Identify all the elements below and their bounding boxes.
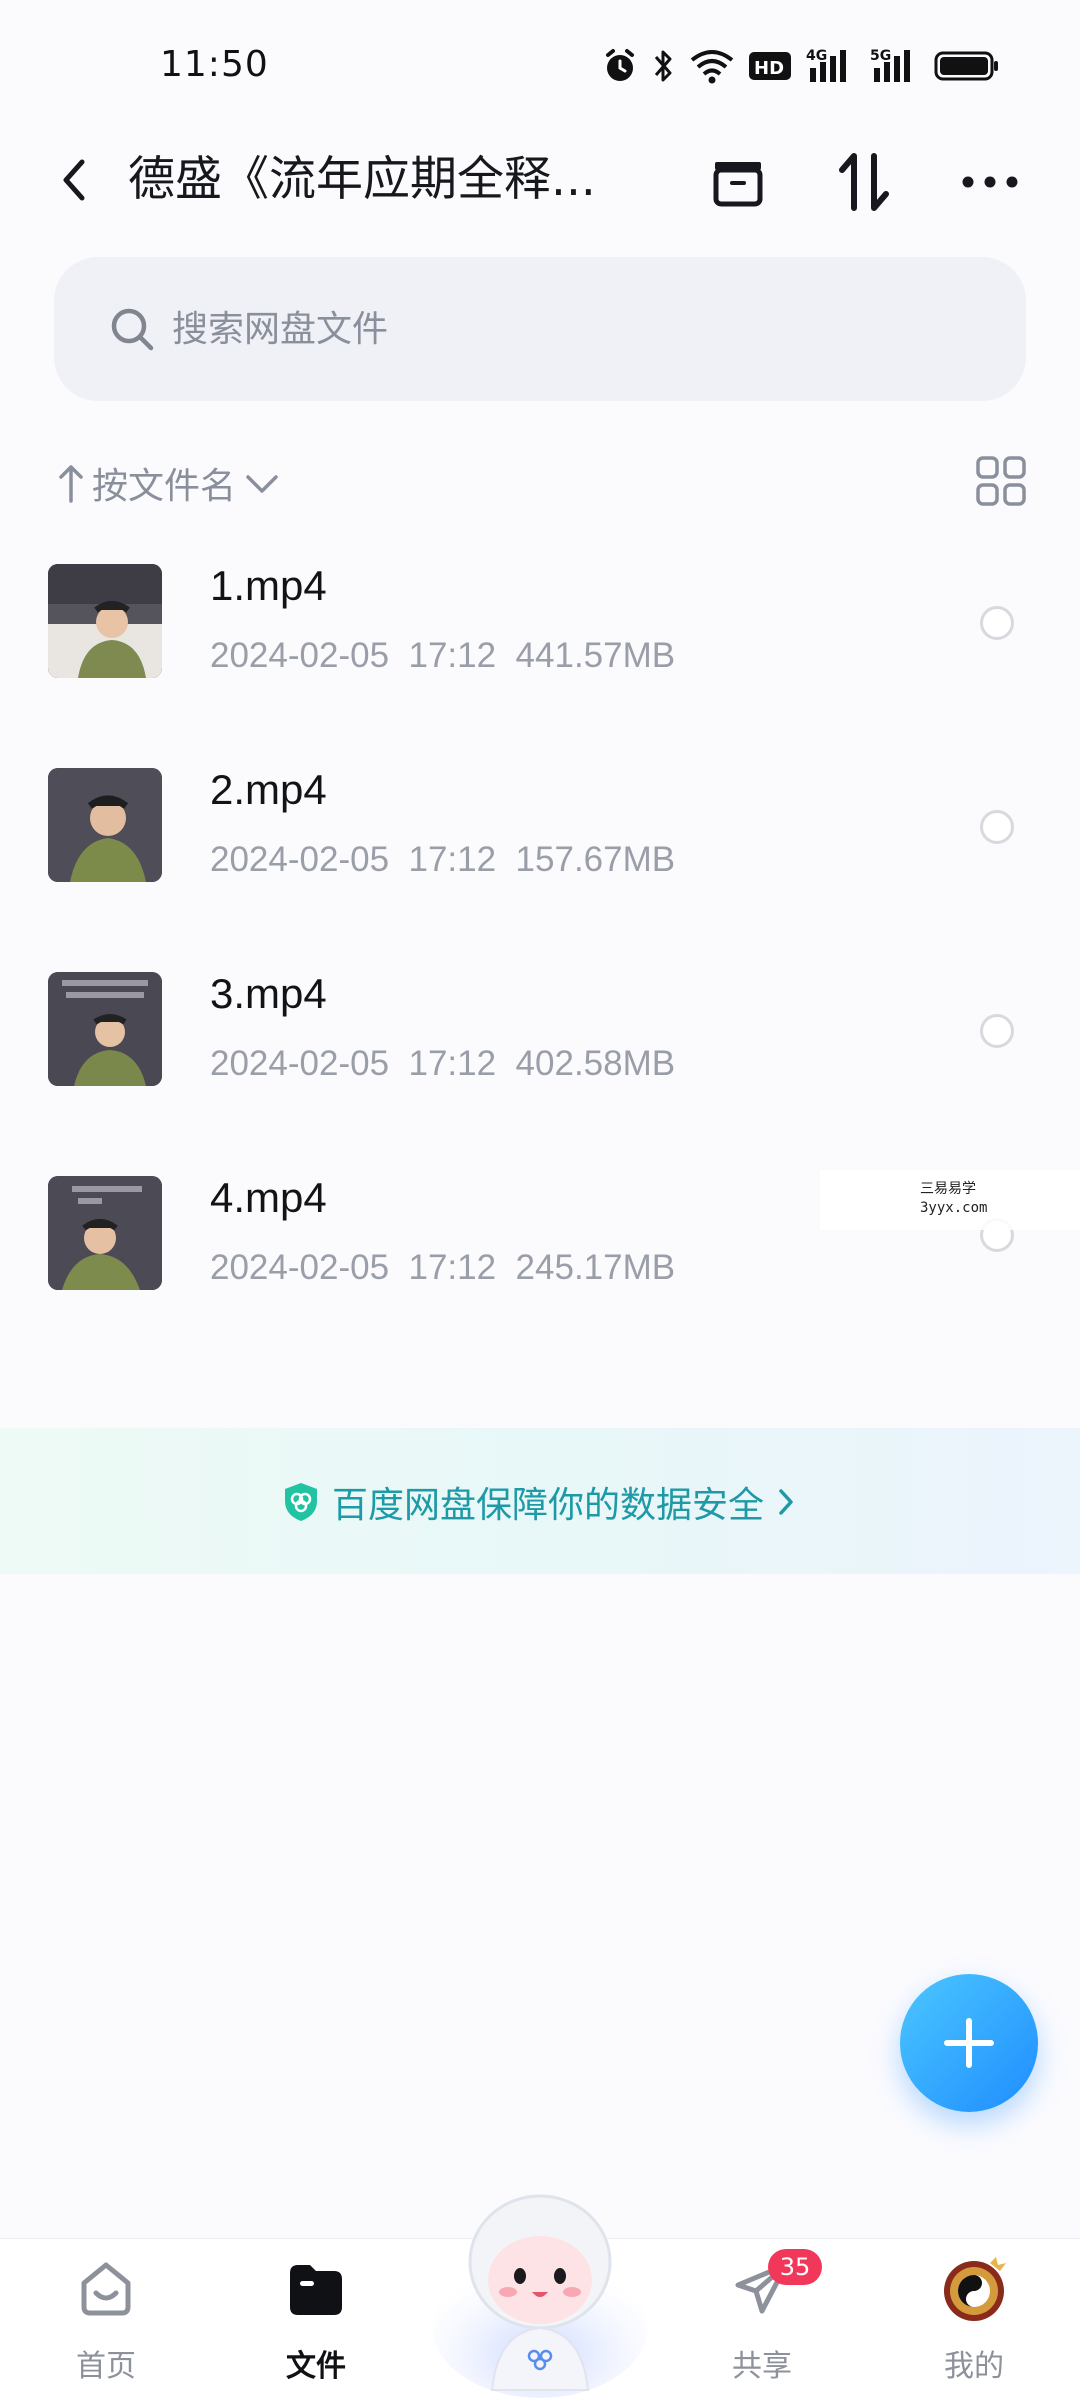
chevron-down-icon <box>246 475 278 493</box>
archive-button[interactable] <box>706 150 770 214</box>
file-meta: 2024-02-05 17:12 441.57MB <box>210 636 675 676</box>
status-time: 11:50 <box>160 44 269 85</box>
top-app-bar: 德盛《流年应期全释... <box>0 130 1080 230</box>
select-radio[interactable] <box>980 1014 1014 1048</box>
more-icon <box>962 176 1018 188</box>
watermark-line1: 三易易学 <box>920 1181 976 1197</box>
status-icons: HD 4G 5G <box>602 46 1000 86</box>
wifi-icon <box>690 46 734 86</box>
add-button[interactable] <box>900 1974 1038 2112</box>
page-title: 德盛《流年应期全释... <box>128 152 596 207</box>
security-text: 百度网盘保障你的数据安全 <box>332 1485 765 1526</box>
nav-files-label: 文件 <box>286 2349 346 2384</box>
nav-share-label: 共享 <box>732 2349 792 2384</box>
sort-up-arrow-icon <box>59 465 83 503</box>
file-date: 2024-02-05 <box>210 1248 390 1287</box>
nav-home[interactable]: 首页 <box>36 2255 176 2395</box>
mascot-button[interactable] <box>428 2176 652 2400</box>
video-thumbnail <box>48 768 162 882</box>
file-list: 1.mp4 2024-02-05 17:12 441.57MB 2.mp4 20… <box>0 560 1080 1376</box>
file-size: 441.57MB <box>515 636 676 675</box>
file-row[interactable]: 2.mp4 2024-02-05 17:12 157.67MB <box>0 764 1080 968</box>
nav-home-label: 首页 <box>76 2349 136 2384</box>
chevron-right-icon <box>779 1489 793 1515</box>
search-bar[interactable] <box>54 257 1026 401</box>
file-name: 2.mp4 <box>210 766 327 813</box>
shield-icon <box>285 1483 317 1521</box>
home-icon <box>72 2255 140 2323</box>
video-thumbnail <box>48 564 162 678</box>
file-name: 4.mp4 <box>210 1174 327 1221</box>
signal-5g-icon: 5G <box>870 46 920 86</box>
select-radio[interactable] <box>980 606 1014 640</box>
file-row[interactable]: 1.mp4 2024-02-05 17:12 441.57MB <box>0 560 1080 764</box>
hd-icon: HD <box>748 46 792 86</box>
nav-files[interactable]: 文件 <box>246 2255 386 2395</box>
file-date: 2024-02-05 <box>210 840 390 879</box>
status-bar: 11:50 HD 4G 5G <box>0 0 1080 120</box>
file-time: 17:12 <box>408 840 497 879</box>
sort-button[interactable] <box>832 150 896 214</box>
nav-me-label: 我的 <box>944 2349 1004 2384</box>
folder-icon <box>282 2255 350 2323</box>
sort-label: 按文件名 <box>92 466 237 507</box>
archive-icon <box>713 162 763 207</box>
file-time: 17:12 <box>408 1248 497 1287</box>
security-banner-content: 百度网盘保障你的数据安全 <box>282 1472 796 1532</box>
video-thumbnail <box>48 972 162 1086</box>
search-input[interactable] <box>172 299 772 359</box>
file-size: 157.67MB <box>515 840 676 879</box>
alarm-icon <box>602 46 638 86</box>
file-time: 17:12 <box>408 636 497 675</box>
share-badge: 35 <box>768 2249 822 2285</box>
file-size: 402.58MB <box>515 1044 676 1083</box>
file-name: 3.mp4 <box>210 970 327 1017</box>
file-meta: 2024-02-05 17:12 245.17MB <box>210 1248 675 1288</box>
search-icon <box>111 308 154 351</box>
file-meta: 2024-02-05 17:12 157.67MB <box>210 840 675 880</box>
svg-text:HD: HD <box>754 58 784 79</box>
video-thumbnail <box>48 1176 162 1290</box>
sort-selector[interactable]: 按文件名 <box>58 455 280 511</box>
file-size: 245.17MB <box>515 1248 676 1287</box>
select-radio[interactable] <box>980 810 1014 844</box>
watermark: 三易易学 3yyx.com <box>820 1170 1080 1230</box>
watermark-line2: 3yyx.com <box>920 1200 988 1216</box>
file-name: 1.mp4 <box>210 562 327 609</box>
more-button[interactable] <box>958 150 1022 214</box>
file-meta: 2024-02-05 17:12 402.58MB <box>210 1044 675 1084</box>
svg-text:5G: 5G <box>870 48 891 64</box>
svg-text:4G: 4G <box>806 48 827 64</box>
back-button[interactable] <box>44 150 104 210</box>
avatar <box>940 2255 1008 2323</box>
back-arrow-icon <box>63 159 85 201</box>
battery-icon <box>934 46 1000 86</box>
file-time: 17:12 <box>408 1044 497 1083</box>
plus-icon <box>944 2018 994 2068</box>
nav-share[interactable]: 35 共享 <box>692 2249 832 2395</box>
file-row[interactable]: 3.mp4 2024-02-05 17:12 402.58MB <box>0 968 1080 1172</box>
file-date: 2024-02-05 <box>210 636 390 675</box>
file-date: 2024-02-05 <box>210 1044 390 1083</box>
bluetooth-icon <box>652 46 676 86</box>
grid-view-icon[interactable] <box>974 454 1028 508</box>
sort-icon <box>839 153 889 211</box>
security-banner[interactable]: 百度网盘保障你的数据安全 <box>0 1428 1080 1574</box>
signal-4g-icon: 4G <box>806 46 856 86</box>
nav-me[interactable]: 我的 <box>904 2255 1044 2395</box>
